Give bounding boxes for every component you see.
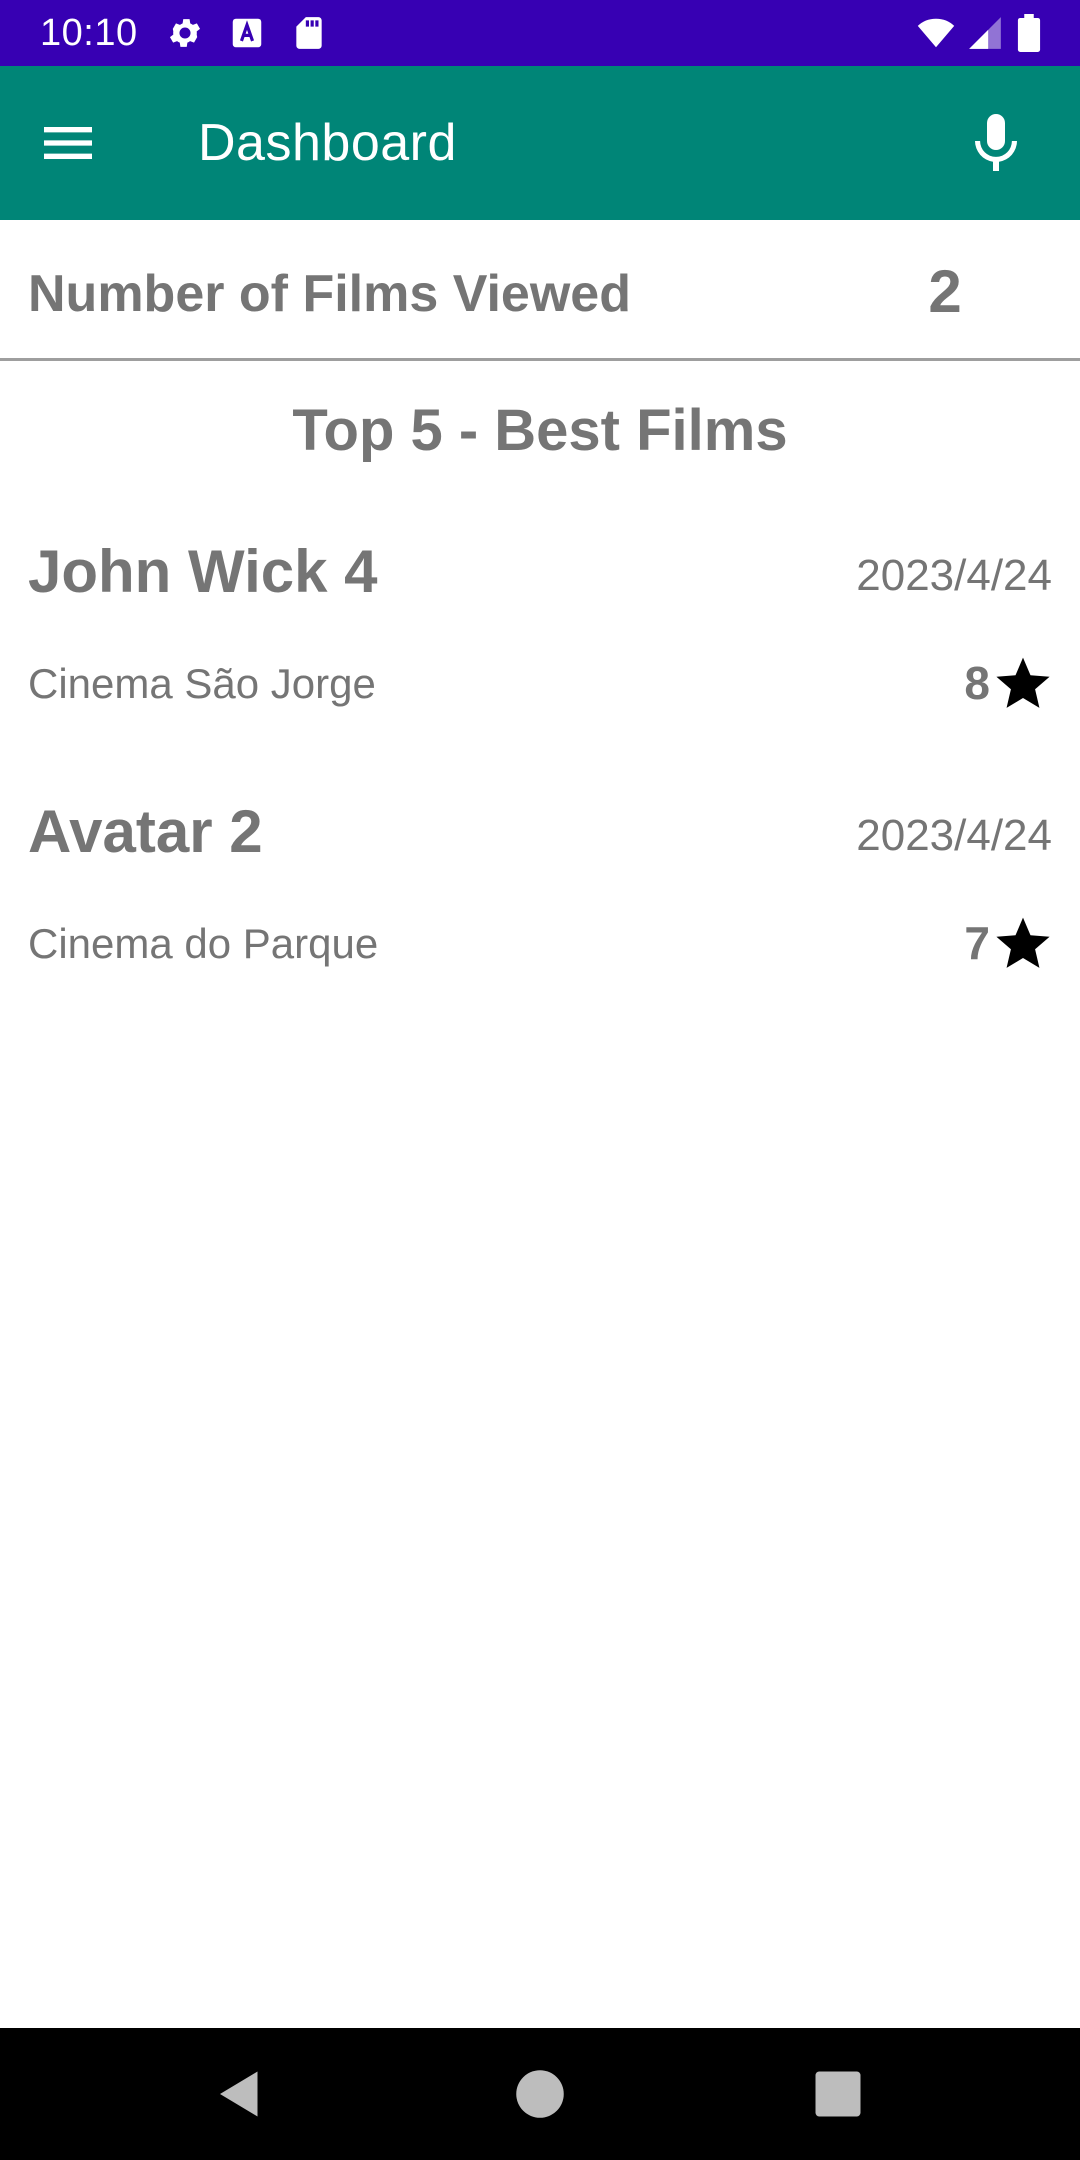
screen: 10:10 Dashboard Number of Films Viewed 2… (0, 0, 1080, 2160)
film-list-item[interactable]: John Wick 4 2023/4/24 Cinema São Jorge 8 (0, 536, 1080, 776)
status-time: 10:10 (40, 12, 138, 54)
microphone-icon (975, 114, 1017, 171)
system-nav-bar (0, 2028, 1080, 2160)
gear-icon (166, 14, 204, 52)
films-viewed-label: Number of Films Viewed (28, 265, 631, 323)
back-button[interactable] (210, 2064, 270, 2124)
star-icon (994, 914, 1052, 972)
film-cinema: Cinema do Parque (28, 920, 379, 967)
film-title: Avatar 2 (28, 798, 263, 865)
film-list-item[interactable]: Avatar 2 2023/4/24 Cinema do Parque 7 (0, 796, 1080, 1036)
sd-card-icon (290, 14, 328, 52)
films-viewed-row: Number of Films Viewed 2 (0, 220, 1080, 361)
text-a-icon (228, 14, 266, 52)
voice-search-button[interactable] (960, 108, 1032, 180)
film-rating-value: 8 (964, 657, 990, 709)
cell-signal-icon (966, 14, 1004, 52)
recents-icon (815, 2071, 861, 2117)
film-rating: 7 (964, 910, 1052, 976)
film-rating-value: 7 (964, 917, 990, 969)
back-icon (220, 2071, 258, 2117)
page-title: Dashboard (198, 114, 457, 172)
status-bar: 10:10 (0, 0, 1080, 66)
battery-icon (1016, 14, 1042, 52)
home-button[interactable] (510, 2064, 570, 2124)
film-date: 2023/4/24 (856, 551, 1052, 600)
film-date: 2023/4/24 (856, 811, 1052, 860)
top-films-heading: Top 5 - Best Films (292, 398, 788, 463)
home-icon (516, 2070, 564, 2118)
menu-button[interactable] (36, 111, 100, 175)
film-cinema: Cinema São Jorge (28, 660, 376, 707)
wifi-icon (914, 14, 958, 52)
recents-button[interactable] (808, 2064, 868, 2124)
app-bar: Dashboard (0, 66, 1080, 220)
film-rating: 8 (964, 650, 1052, 716)
star-icon (994, 654, 1052, 712)
film-title: John Wick 4 (28, 538, 378, 605)
menu-icon (44, 127, 92, 159)
films-viewed-count: 2 (928, 258, 962, 325)
